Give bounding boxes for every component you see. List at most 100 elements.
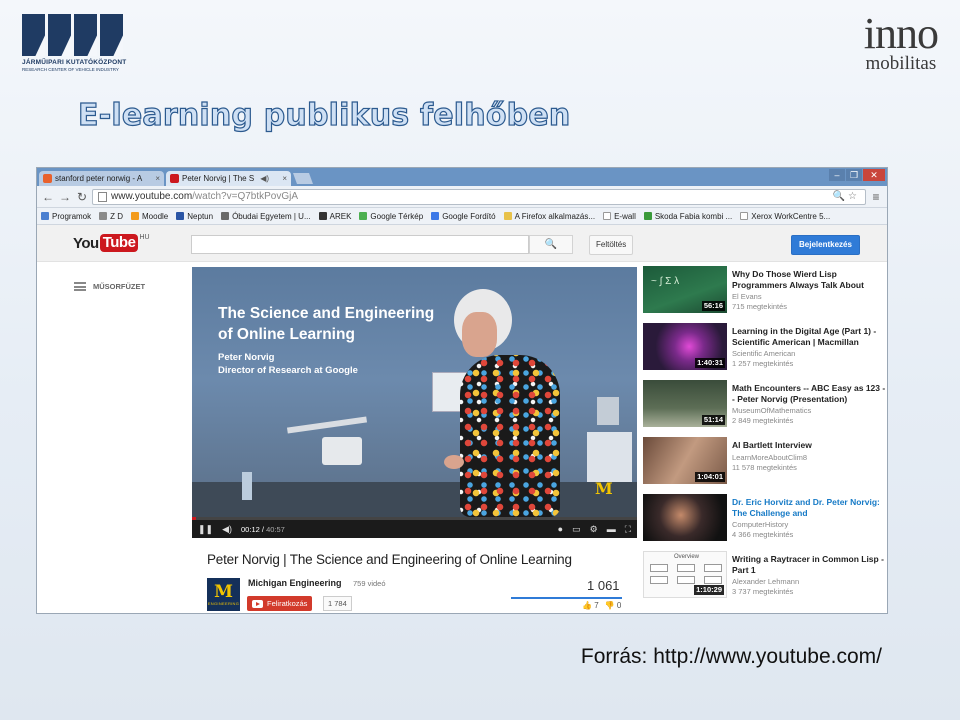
- jkk-logo: JÁRMŰIPARI KUTATÓKÖZPONT RESEARCH CENTER…: [22, 14, 126, 76]
- close-window-button[interactable]: ✕: [863, 169, 885, 181]
- like-button[interactable]: 👍 7: [582, 601, 599, 610]
- browser-tab-youtube[interactable]: Peter Norvig | The S ◀) ×: [166, 171, 291, 186]
- tab-close-icon[interactable]: ×: [152, 174, 160, 183]
- bookmark-favicon-icon: [318, 212, 327, 220]
- bookmark-item[interactable]: AREK: [318, 212, 351, 221]
- bookmark-favicon-icon: [99, 212, 108, 220]
- back-arrow-icon[interactable]: ←: [41, 190, 55, 204]
- source-caption: Forrás: http://www.youtube.com/: [580, 645, 882, 668]
- fullscreen-icon[interactable]: ⛶: [625, 524, 631, 535]
- related-video-channel: LearnMoreAboutClim8: [732, 452, 808, 462]
- url-host: www.youtube.com: [111, 191, 193, 202]
- video-thumbnail[interactable]: 56:16: [643, 266, 727, 313]
- dislike-button[interactable]: 👎 0: [605, 601, 622, 610]
- skoda-icon: [643, 212, 652, 220]
- youtube-logo-you: You: [73, 234, 99, 252]
- video-thumbnail[interactable]: 1:04:01: [643, 437, 727, 484]
- related-video-title[interactable]: Al Bartlett Interview: [732, 440, 887, 451]
- bookmark-item[interactable]: Google Fordító: [431, 212, 496, 221]
- video-thumbnail[interactable]: 1:40:31: [643, 323, 727, 370]
- related-video-title[interactable]: Math Encounters -- ABC Easy as 123 -- Pe…: [732, 383, 887, 404]
- search-input[interactable]: [191, 235, 529, 254]
- bookmark-item[interactable]: Google Térkép: [359, 212, 423, 221]
- hamburger-menu-icon: [74, 282, 86, 291]
- bookmark-item[interactable]: Neptun: [176, 212, 213, 221]
- page-icon: [98, 191, 107, 202]
- url-path: /watch?v=Q7btkPovGjA: [192, 191, 299, 202]
- related-video-item[interactable]: 1:40:31 Learning in the Digital Age (Par…: [643, 323, 887, 380]
- guide-button[interactable]: MŰSORFÜZET: [74, 282, 145, 291]
- browser-tab-search[interactable]: stanford peter norwig - A ×: [39, 171, 164, 186]
- channel-avatar-text: ENGINEERING: [207, 600, 240, 606]
- video-thumbnail[interactable]: Overview 1:10:29: [643, 551, 727, 598]
- video-overlay-title: The Science and Engineering of Online Le…: [218, 305, 435, 343]
- related-video-item[interactable]: 56:16 Why Do Those Wierd Lisp Programmer…: [643, 266, 887, 323]
- bookmark-item[interactable]: Programok: [41, 212, 91, 221]
- address-bar[interactable]: www.youtube.com/watch?v=Q7btkPovGjA 🔍☆: [92, 188, 866, 205]
- bookmark-item[interactable]: Óbudai Egyetem | U...: [221, 212, 311, 221]
- search-button[interactable]: 🔍: [529, 235, 573, 254]
- bookmark-item[interactable]: Z D: [99, 212, 123, 221]
- neptun-icon: [176, 212, 185, 220]
- related-video-channel: Alexander Lehmann: [732, 577, 800, 586]
- video-overlay-role: Director of Research at Google: [218, 365, 358, 376]
- subscribe-button[interactable]: Feliratkozás: [247, 596, 313, 611]
- video-thumbnail[interactable]: [643, 494, 727, 541]
- like-dislike: 👍 7 👎 0: [582, 601, 621, 610]
- volume-icon[interactable]: ◀): [222, 524, 232, 535]
- related-video-item[interactable]: 1:04:01 Al Bartlett Interview LearnMoreA…: [643, 437, 887, 494]
- related-video-channel: Scientific American: [732, 349, 796, 358]
- page-icon: [603, 212, 612, 220]
- menu-icon[interactable]: ≡: [869, 190, 883, 204]
- minimize-button[interactable]: –: [829, 169, 845, 181]
- related-video-title[interactable]: Why Do Those Wierd Lisp Programmers Alwa…: [732, 269, 887, 290]
- tab-close-icon[interactable]: ×: [279, 174, 287, 183]
- innomobilitas-logo: inno mobilitas: [864, 12, 939, 74]
- related-video-title[interactable]: Dr. Eric Horvitz and Dr. Peter Norvig: T…: [732, 497, 887, 518]
- new-tab-button[interactable]: [292, 173, 314, 184]
- captions-icon[interactable]: ▭: [572, 524, 581, 535]
- signin-button[interactable]: Bejelentkezés: [791, 235, 860, 255]
- thumbnail-label: Overview: [674, 554, 700, 560]
- youtube-logo[interactable]: You Tube HU: [73, 234, 150, 252]
- channel-avatar-letter: M: [214, 581, 233, 602]
- watch-later-icon[interactable]: ●: [558, 524, 563, 534]
- time-current: 00:12: [241, 524, 260, 534]
- bookmark-item[interactable]: Moodle: [131, 212, 168, 221]
- bookmark-item[interactable]: Xerox WorkCentre 5...: [740, 212, 830, 221]
- youtube-play-icon: [252, 599, 263, 608]
- maximize-button[interactable]: ❐: [846, 169, 862, 181]
- bookmark-star-icon[interactable]: 🔍☆: [833, 191, 860, 202]
- related-video-title[interactable]: Writing a Raytracer in Common Lisp - Par…: [732, 554, 887, 575]
- channel-avatar[interactable]: M ENGINEERING: [207, 578, 240, 611]
- channel-name[interactable]: Michigan Engineering: [248, 578, 342, 588]
- subscribe-label: Feliratkozás: [267, 599, 308, 608]
- video-player[interactable]: M The Science and Engineering of Online …: [192, 267, 637, 538]
- theater-mode-icon[interactable]: ▬: [607, 524, 616, 534]
- tab-label: Peter Norvig | The S: [182, 174, 255, 183]
- google-maps-icon: [359, 212, 368, 220]
- video-title: Peter Norvig | The Science and Engineeri…: [207, 552, 572, 567]
- related-video-channel: ComputerHistory: [732, 520, 789, 529]
- bookmark-item[interactable]: A Firefox alkalmazás...: [503, 212, 595, 221]
- related-video-title[interactable]: Learning in the Digital Age (Part 1) - S…: [732, 326, 887, 347]
- tab-bar: stanford peter norwig - A × Peter Norvig…: [37, 168, 887, 186]
- video-thumbnail[interactable]: 51:14: [643, 380, 727, 427]
- google-favicon-icon: [43, 174, 52, 183]
- bookmark-item[interactable]: E-wall: [603, 212, 636, 221]
- upload-button[interactable]: Feltöltés: [589, 235, 634, 255]
- related-video-item[interactable]: 51:14 Math Encounters -- ABC Easy as 123…: [643, 380, 887, 437]
- google-translate-icon: [431, 212, 440, 220]
- related-video-views: 2 849 megtekintés: [732, 416, 794, 425]
- speaker-icon: ◀): [260, 174, 270, 183]
- forward-arrow-icon[interactable]: →: [58, 190, 72, 204]
- settings-gear-icon[interactable]: ⚙: [590, 524, 598, 535]
- folder-icon: [503, 212, 512, 220]
- bookmark-item[interactable]: Skoda Fabia kombi ...: [643, 212, 732, 221]
- reload-icon[interactable]: ↻: [75, 190, 89, 204]
- duration-badge: 1:04:01: [695, 472, 725, 482]
- pause-icon[interactable]: ❚❚: [198, 524, 213, 535]
- related-video-item[interactable]: Dr. Eric Horvitz and Dr. Peter Norvig: T…: [643, 494, 887, 551]
- video-overlay-speaker: Peter Norvig Director of Research at Goo…: [218, 351, 358, 377]
- related-video-item[interactable]: Overview 1:10:29 Writing a Raytracer in …: [643, 551, 887, 608]
